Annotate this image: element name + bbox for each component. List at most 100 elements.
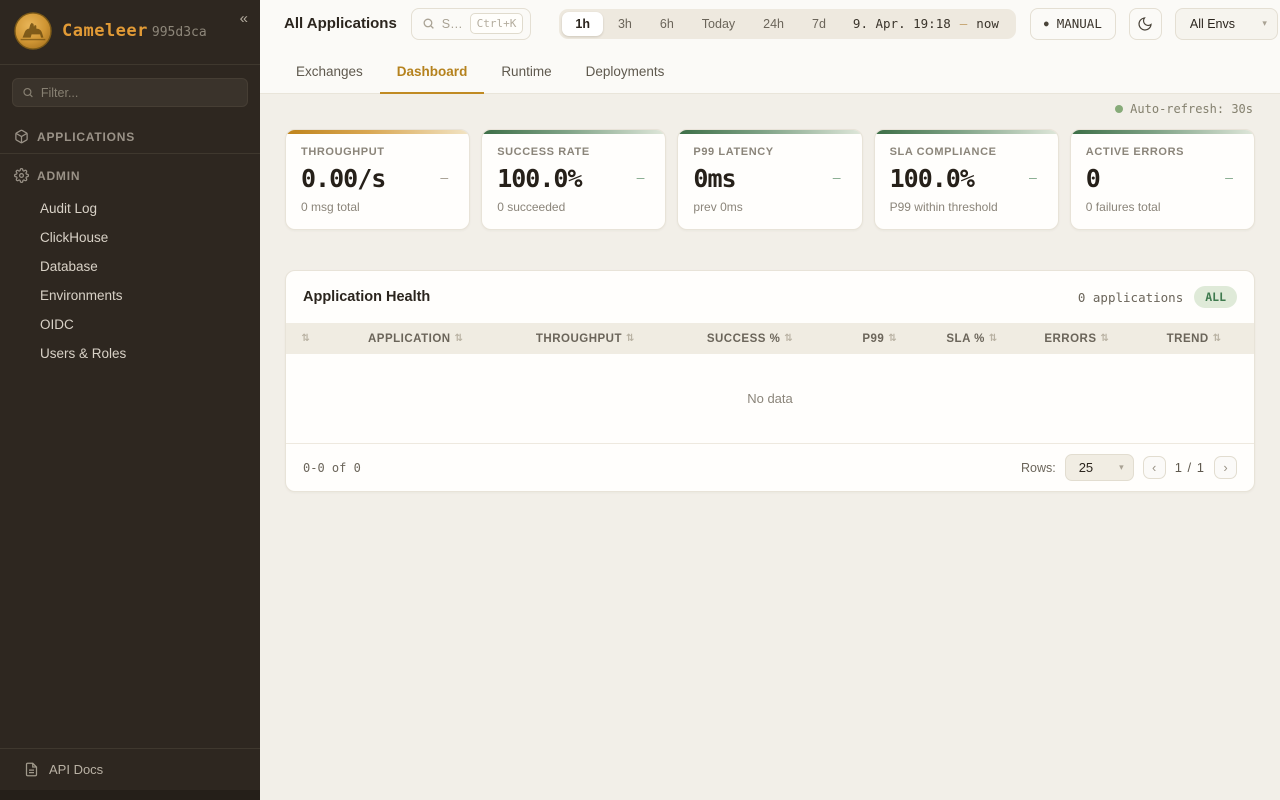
column-label: TREND <box>1167 333 1209 345</box>
auto-refresh-label: Auto-refresh: 30s <box>1130 102 1253 116</box>
sparkline-placeholder: – <box>637 171 645 186</box>
refresh-dot-icon <box>1115 105 1123 113</box>
metric-subtext: prev 0ms <box>693 200 846 214</box>
sidebar-item-clickhouse[interactable]: ClickHouse <box>0 223 260 252</box>
chevron-down-icon: ▾ <box>1262 18 1267 29</box>
sort-icon: ⇅ <box>1101 333 1110 344</box>
metric-label: SUCCESS RATE <box>497 146 650 158</box>
brand-version: 995d3ca <box>152 25 207 40</box>
sidebar-item-audit-log[interactable]: Audit Log <box>0 194 260 223</box>
sidebar-section-admin[interactable]: ADMIN <box>0 159 260 192</box>
rows-value: 25 <box>1079 460 1093 475</box>
metric-label: ACTIVE ERRORS <box>1086 146 1239 158</box>
metric-subtext: 0 failures total <box>1086 200 1239 214</box>
sidebar-item-environments[interactable]: Environments <box>0 281 260 310</box>
section-label: APPLICATIONS <box>37 130 135 144</box>
metric-card-p99-latency: P99 LATENCY 0ms – prev 0ms <box>677 129 862 230</box>
metric-value: 0.00/s <box>301 164 385 193</box>
moon-icon <box>1137 16 1153 32</box>
tab-deployments[interactable]: Deployments <box>569 51 682 94</box>
prev-page-button[interactable]: ‹ <box>1143 456 1166 479</box>
chevron-down-icon: ▾ <box>1119 462 1124 473</box>
divider <box>0 64 260 65</box>
sidebar-item-oidc[interactable]: OIDC <box>0 310 260 339</box>
column-label: THROUGHPUT <box>536 333 622 345</box>
column-header-p99[interactable]: P99⇅ <box>835 333 925 345</box>
column-header-throughput[interactable]: THROUGHPUT ⇅ <box>506 333 666 345</box>
admin-nav-items: Audit Log ClickHouse Database Environmen… <box>0 192 260 376</box>
time-range-1h[interactable]: 1h <box>562 12 603 36</box>
filter-input[interactable] <box>41 86 238 100</box>
theme-toggle-button[interactable] <box>1129 8 1162 40</box>
sparkline-placeholder: – <box>1029 171 1037 186</box>
sidebar-bottom-strip <box>0 790 260 800</box>
api-docs-label: API Docs <box>49 762 103 777</box>
sparkline-placeholder: – <box>1225 171 1233 186</box>
global-search[interactable]: S… Ctrl+K <box>411 8 532 40</box>
column-label: SUCCESS % <box>707 333 781 345</box>
metric-card-throughput: THROUGHPUT 0.00/s – 0 msg total <box>285 129 470 230</box>
application-count: 0 applications <box>1078 290 1183 305</box>
sidebar-filter <box>12 78 248 107</box>
sidebar-item-users-roles[interactable]: Users & Roles <box>0 339 260 368</box>
date-range[interactable]: 9. Apr. 19:18 — now <box>841 16 1013 31</box>
date-from: 9. Apr. 19:18 <box>853 16 951 31</box>
gear-icon <box>14 168 29 183</box>
env-select-dropdown[interactable]: All Envs ▾ <box>1175 8 1278 40</box>
column-header-application[interactable]: APPLICATION⇅ <box>326 333 506 345</box>
status-dot-icon: ● <box>1044 19 1049 28</box>
rows-per-page-select[interactable]: 25 ▾ <box>1065 454 1134 481</box>
metric-label: P99 LATENCY <box>693 146 846 158</box>
sort-icon: ⇅ <box>302 333 311 344</box>
divider <box>0 153 260 154</box>
section-label: ADMIN <box>37 169 80 183</box>
time-range-today[interactable]: Today <box>689 12 748 36</box>
table-empty-state: No data <box>286 354 1254 443</box>
sidebar-item-database[interactable]: Database <box>0 252 260 281</box>
search-icon <box>422 17 435 30</box>
status-badge-all[interactable]: ALL <box>1194 286 1237 308</box>
search-hint: S… <box>442 17 463 31</box>
metric-value: 100.0% <box>890 164 974 193</box>
env-selected-value: All Envs <box>1190 17 1235 31</box>
sidebar: Cameleer995d3ca « APPLICATIONS ADMIN Aud… <box>0 0 260 800</box>
next-page-button[interactable]: › <box>1214 456 1237 479</box>
pagination-range: 0-0 of 0 <box>303 461 361 475</box>
metric-card-active-errors: ACTIVE ERRORS 0 – 0 failures total <box>1070 129 1255 230</box>
column-label: ERRORS <box>1044 333 1096 345</box>
box-icon <box>14 129 29 144</box>
top-bar: All Applications S… Ctrl+K 1h 3h 6h Toda… <box>260 0 1280 47</box>
column-label: P99 <box>862 333 884 345</box>
column-label: SLA % <box>946 333 985 345</box>
sidebar-collapse-icon[interactable]: « <box>240 10 248 27</box>
metric-value: 100.0% <box>497 164 581 193</box>
app-root: Cameleer995d3ca « APPLICATIONS ADMIN Aud… <box>0 0 1280 800</box>
date-to: now <box>976 16 999 31</box>
column-header-trend[interactable]: TREND⇅ <box>1134 333 1254 345</box>
sort-icon: ⇅ <box>626 333 635 344</box>
column-header-errors[interactable]: ERRORS ⇅ <box>1019 333 1134 345</box>
table-footer: 0-0 of 0 Rows: 25 ▾ ‹ 1 / 1 › <box>286 443 1254 491</box>
panel-header: Application Health 0 applications ALL <box>286 271 1254 323</box>
sidebar-header: Cameleer995d3ca « <box>0 0 260 64</box>
metric-label: THROUGHPUT <box>301 146 454 158</box>
time-range-6h[interactable]: 6h <box>647 12 687 36</box>
tab-dashboard[interactable]: Dashboard <box>380 51 485 94</box>
tab-exchanges[interactable]: Exchanges <box>279 51 380 94</box>
manual-label: MANUAL <box>1057 16 1102 31</box>
tab-runtime[interactable]: Runtime <box>484 51 568 94</box>
sidebar-item-api-docs[interactable]: API Docs <box>0 748 260 790</box>
manual-refresh-button[interactable]: ● MANUAL <box>1030 8 1116 40</box>
sort-icon: ⇅ <box>455 333 464 344</box>
time-range-7d[interactable]: 7d <box>799 12 839 36</box>
column-header-success[interactable]: SUCCESS %⇅ <box>665 333 835 345</box>
time-range-3h[interactable]: 3h <box>605 12 645 36</box>
search-icon <box>22 86 34 99</box>
metric-value: 0 <box>1086 164 1100 193</box>
document-icon <box>24 762 39 777</box>
column-header-sla[interactable]: SLA %⇅ <box>925 333 1020 345</box>
column-header-select[interactable]: ⇅ <box>286 333 326 344</box>
sidebar-item-applications[interactable]: APPLICATIONS <box>0 120 260 153</box>
rows-per-page-label: Rows: <box>1021 461 1056 475</box>
time-range-24h[interactable]: 24h <box>750 12 797 36</box>
